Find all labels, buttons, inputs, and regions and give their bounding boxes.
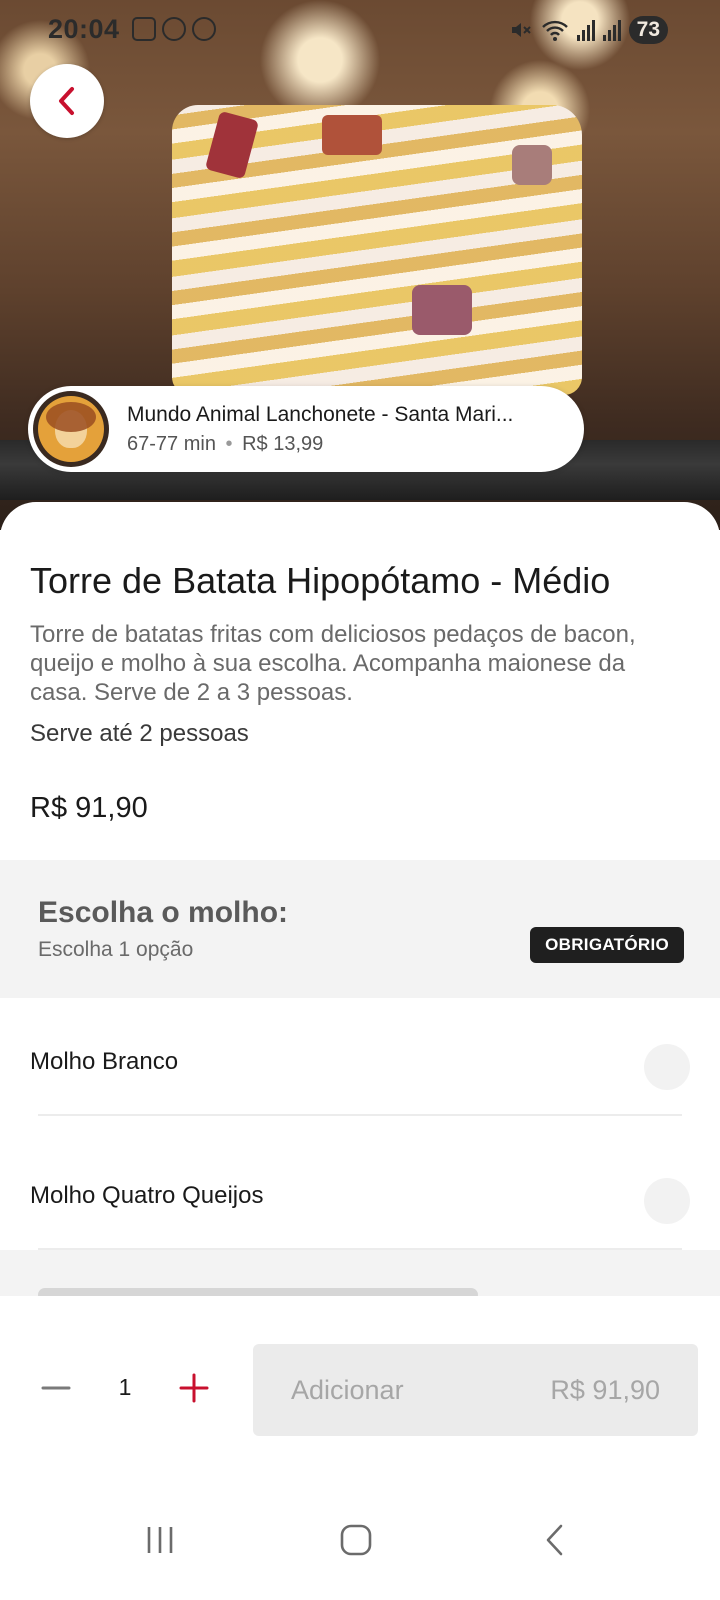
whatsapp-icon (162, 17, 186, 41)
add-button-total: R$ 91,90 (550, 1375, 660, 1405)
back-icon (546, 1524, 563, 1556)
delivery-time: 67-77 min (127, 432, 216, 455)
option-label: Molho Quatro Queijos (30, 1182, 264, 1209)
product-title: Torre de Batata Hipopótamo - Médio (30, 560, 611, 601)
decrease-quantity-button[interactable] (36, 1368, 76, 1408)
product-description: Torre de batatas fritas com deliciosos p… (30, 621, 636, 706)
status-bar: 20:04 73 (0, 0, 720, 62)
add-to-cart-button[interactable]: Adicionar R$ 91,90 (253, 1344, 698, 1436)
option-divider (38, 1114, 682, 1116)
increase-quantity-button[interactable] (174, 1368, 214, 1408)
plus-icon (179, 1373, 209, 1403)
signal-2-icon (602, 19, 621, 41)
ball-icon (192, 17, 216, 41)
delivery-fee: R$ 13,99 (242, 432, 324, 455)
quantity-value: 1 (118, 1374, 132, 1400)
nav-back-button[interactable] (526, 1510, 586, 1570)
product-details-sheet: Torre de Batata Hipopótamo - Médio Torre… (0, 502, 720, 1302)
radio-button[interactable] (644, 1044, 690, 1090)
restaurant-meta: 67-77 min • R$ 13,99 (127, 433, 513, 456)
screenshot-icon (132, 17, 156, 41)
status-time: 20:04 (48, 14, 120, 44)
meta-separator: • (225, 432, 233, 455)
home-button[interactable] (326, 1510, 386, 1570)
option-group-subtitle: Escolha 1 opção (38, 938, 194, 961)
restaurant-logo (33, 391, 109, 467)
radio-button[interactable] (644, 1178, 690, 1224)
add-to-cart-bar: 1 Adicionar R$ 91,90 (0, 1296, 720, 1480)
system-navigation-bar (0, 1480, 720, 1600)
option-group-header: Escolha o molho: Escolha 1 opção OBRIGAT… (0, 860, 720, 998)
product-price: R$ 91,90 (30, 792, 148, 824)
chevron-left-icon (59, 87, 74, 115)
minus-icon (41, 1386, 71, 1390)
restaurant-name: Mundo Animal Lanchonete - Santa Mari... (127, 402, 514, 426)
serves-info: Serve até 2 pessoas (30, 720, 249, 747)
recents-button[interactable] (130, 1510, 190, 1570)
mute-icon (511, 23, 531, 37)
add-button-label: Adicionar (291, 1375, 404, 1405)
signal-icon (576, 19, 595, 41)
notification-icons (132, 17, 216, 41)
battery-indicator: 73 (628, 16, 668, 44)
restaurant-card[interactable]: Mundo Animal Lanchonete - Santa Mari... … (28, 386, 584, 472)
wifi-icon (541, 20, 568, 41)
option-label: Molho Branco (30, 1048, 179, 1075)
next-option-group-header (0, 1250, 720, 1300)
back-button[interactable] (30, 64, 104, 138)
recents-icon (147, 1527, 173, 1553)
required-badge: OBRIGATÓRIO (530, 927, 684, 963)
option-group-title: Escolha o molho: (38, 896, 289, 929)
system-indicators: 73 (509, 16, 668, 44)
home-icon (340, 1524, 372, 1556)
fries-tower-photo (172, 105, 582, 395)
